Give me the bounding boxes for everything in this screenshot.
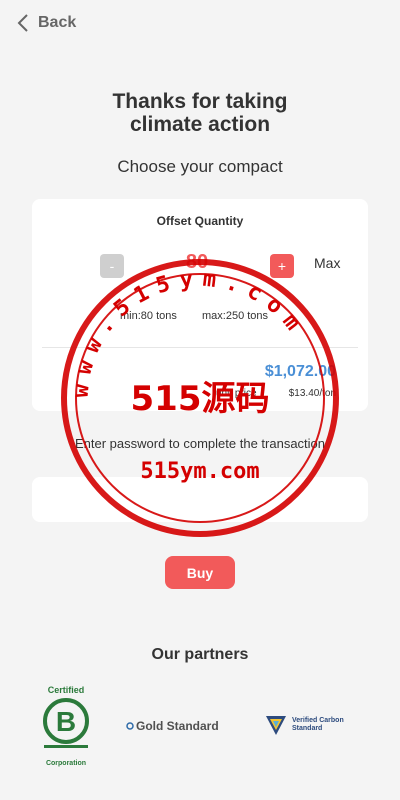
decrement-button[interactable]: - (100, 254, 124, 278)
vcs-text-line1: Verified Carbon (292, 717, 344, 724)
max-quantity-text: max:250 tons (202, 310, 269, 322)
gold-standard-logo: Gold Standard (126, 719, 219, 733)
total-price: $1,072.00 (264, 363, 336, 380)
vcs-logo: Verified Carbon Standard (264, 713, 344, 737)
chevron-left-icon (17, 14, 28, 32)
password-input[interactable] (32, 477, 368, 522)
buy-button[interactable]: Buy (165, 556, 235, 589)
partners-title: Our partners (151, 646, 249, 663)
bcorp-letter: B (56, 706, 76, 737)
bcorp-mark-icon: B (43, 698, 89, 748)
back-label: Back (38, 14, 77, 31)
gold-standard-icon (126, 722, 134, 730)
password-label: Enter password to complete the transacti… (74, 436, 326, 451)
max-button[interactable]: Max (314, 255, 340, 271)
divider (42, 347, 358, 348)
bcorp-logo: Certified B Corporation (38, 685, 94, 767)
unit-price-value: $13.40/ton (288, 388, 336, 399)
page-title-line1: Thanks for taking (112, 90, 288, 113)
min-quantity-text: min:80 tons (120, 310, 177, 322)
offset-card: Offset Quantity - 80 + Max min:80 tons m… (32, 199, 368, 411)
vcs-text-line2: Standard (292, 725, 323, 732)
increment-button[interactable]: + (270, 254, 294, 278)
vcs-text: Verified Carbon Standard (292, 717, 344, 733)
page-title: Thanks for taking climate action (0, 90, 400, 136)
back-button[interactable]: Back (16, 10, 76, 36)
gold-standard-text: Gold Standard (136, 719, 219, 733)
quantity-value[interactable]: 80 (162, 251, 232, 274)
offset-title: Offset Quantity (156, 214, 244, 228)
page-title-line2: climate action (129, 113, 271, 136)
page-subtitle: Choose your compact (117, 157, 283, 176)
bcorp-certified-text: Certified (47, 685, 85, 695)
bcorp-corporation-text: Corporation (45, 760, 87, 767)
vcs-icon (266, 716, 286, 735)
unit-price-label: unit price (216, 388, 257, 399)
